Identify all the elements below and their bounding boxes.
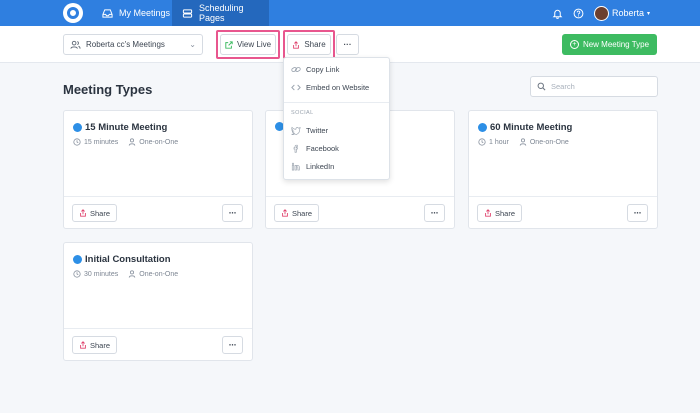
meeting-type-card[interactable]: 15 Minute Meeting 15 minutes One-on-One … <box>63 110 253 229</box>
menu-item-label: Copy Link <box>306 65 340 74</box>
status-dot <box>73 123 82 132</box>
highlight-box-share <box>283 30 335 59</box>
card-meeting-kind: One-on-One <box>139 270 179 278</box>
highlight-box-view-live <box>216 30 280 59</box>
more-label: ··· <box>343 40 352 49</box>
clock-icon <box>478 138 486 146</box>
menu-item-embed[interactable]: Embed on Website <box>291 83 369 92</box>
card-duration: 15 minutes <box>84 138 119 146</box>
chevron-down-icon: ⌄ <box>189 40 196 49</box>
card-duration: 1 hour <box>489 138 509 146</box>
clock-icon <box>73 138 81 146</box>
share-icon <box>281 209 289 217</box>
share-icon <box>79 209 87 217</box>
linkedin-icon <box>291 162 301 171</box>
menu-divider <box>284 102 389 103</box>
nav-tab-scheduling-pages[interactable]: Scheduling Pages <box>172 0 269 26</box>
menu-item-facebook[interactable]: Facebook <box>291 144 339 153</box>
person-icon <box>128 138 136 146</box>
search-icon <box>537 82 546 91</box>
card-share-button[interactable]: Share <box>72 336 117 354</box>
help-icon[interactable] <box>573 8 584 19</box>
calendar-select-value: Roberta cc's Meetings <box>86 40 165 49</box>
card-meeting-kind: One-on-One <box>139 138 179 146</box>
share-icon <box>79 341 87 349</box>
meeting-type-card[interactable]: Initial Consultation 30 minutes One-on-O… <box>63 242 253 361</box>
nav-tab-label: Scheduling Pages <box>199 3 244 23</box>
card-share-button[interactable]: Share <box>274 204 319 222</box>
menu-item-copy-link[interactable]: Copy Link <box>291 65 339 74</box>
menu-item-linkedin[interactable]: LinkedIn <box>291 162 334 171</box>
nav-tab-label: My Meetings <box>119 8 171 18</box>
menu-item-label: LinkedIn <box>306 162 335 171</box>
link-icon <box>291 65 301 74</box>
card-share-label: Share <box>89 208 110 218</box>
more-actions-button[interactable]: ··· <box>336 34 359 55</box>
card-share-button[interactable]: Share <box>72 204 117 222</box>
menu-item-label: Embed on Website <box>306 83 370 92</box>
search-input[interactable] <box>551 82 651 91</box>
new-meeting-type-label: New Meeting Type <box>582 40 650 49</box>
inbox-icon <box>102 8 113 19</box>
facebook-icon <box>291 144 301 153</box>
user-menu[interactable]: Roberta ▾ <box>593 5 650 21</box>
menu-item-twitter[interactable]: Twitter <box>291 126 328 135</box>
status-dot <box>478 123 487 132</box>
calendar-select[interactable]: Roberta cc's Meetings ⌄ <box>63 34 203 55</box>
meeting-type-card[interactable]: 60 Minute Meeting 1 hour One-on-One Shar… <box>468 110 658 229</box>
nav-tab-my-meetings[interactable]: My Meetings <box>92 0 180 26</box>
page-title: Meeting Types <box>63 82 153 97</box>
menu-item-label: Facebook <box>306 144 339 153</box>
new-meeting-type-button[interactable]: + New Meeting Type <box>562 34 657 55</box>
card-title: 15 Minute Meeting <box>85 122 168 133</box>
app-logo[interactable] <box>63 3 83 23</box>
card-duration: 30 minutes <box>84 270 119 278</box>
top-nav: My Meetings Scheduling Pages Roberta ▾ <box>0 0 700 26</box>
menu-item-label: Twitter <box>306 126 329 135</box>
card-share-label: Share <box>291 208 312 218</box>
twitter-icon <box>291 126 301 135</box>
card-share-label: Share <box>494 208 515 218</box>
card-more-button[interactable]: ··· <box>424 204 445 222</box>
user-name: Roberta <box>611 8 644 18</box>
users-icon <box>70 40 81 50</box>
card-meeting-kind: One-on-One <box>529 138 569 146</box>
share-dropdown-menu: Copy Link Embed on Website SOCIAL Twitte… <box>283 57 390 180</box>
avatar <box>593 5 609 21</box>
plus-circle-icon: + <box>569 40 579 49</box>
bell-icon[interactable] <box>552 8 563 19</box>
caret-down-icon: ▾ <box>646 10 650 17</box>
card-share-button[interactable]: Share <box>477 204 522 222</box>
card-more-button[interactable]: ··· <box>222 336 243 354</box>
card-share-label: Share <box>89 340 110 350</box>
search-box[interactable] <box>530 76 658 97</box>
card-more-button[interactable]: ··· <box>222 204 243 222</box>
layers-icon <box>182 8 193 19</box>
person-icon <box>519 138 527 146</box>
code-icon <box>291 83 301 92</box>
card-more-button[interactable]: ··· <box>627 204 648 222</box>
card-title: 60 Minute Meeting <box>490 122 573 133</box>
clock-icon <box>73 270 81 278</box>
card-title: Initial Consultation <box>85 254 171 265</box>
menu-section-heading: SOCIAL <box>291 110 314 116</box>
share-icon <box>484 209 492 217</box>
status-dot <box>73 255 82 264</box>
person-icon <box>128 270 136 278</box>
